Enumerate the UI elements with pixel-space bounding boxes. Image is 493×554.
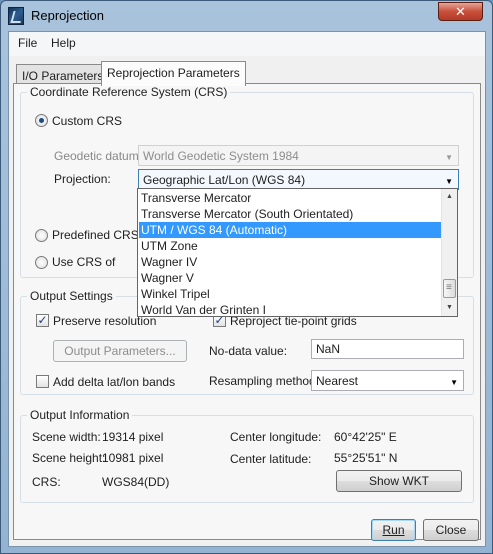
scene-height-value: 10981 pixel <box>102 451 164 465</box>
custom-crs-label: Custom CRS <box>52 114 123 128</box>
menu-help[interactable]: Help <box>51 36 76 50</box>
output-parameters-button: Output Parameters... <box>53 340 187 362</box>
nodata-value-input[interactable]: NaN <box>311 339 464 359</box>
projection-option[interactable]: Wagner IV <box>139 254 441 270</box>
resampling-method-value: Nearest <box>316 374 359 388</box>
window-title: Reprojection <box>31 8 104 23</box>
geodetic-datum-label: Geodetic datum: <box>54 149 143 163</box>
dropdown-scrollbar[interactable]: ▲ ▼ <box>441 189 457 316</box>
nodata-label: No-data value: <box>209 344 288 358</box>
use-crs-of-label: Use CRS of <box>52 255 116 269</box>
scrollbar-thumb[interactable] <box>443 279 456 298</box>
menu-file[interactable]: File <box>18 36 37 50</box>
geodetic-datum-value: World Geodetic System 1984 <box>143 149 299 163</box>
output-settings-title: Output Settings <box>27 289 116 303</box>
menu-bar: File Help <box>9 32 485 56</box>
snap-app-icon <box>8 7 24 25</box>
predefined-crs-label: Predefined CRS <box>52 228 139 242</box>
scene-width-value: 19314 pixel <box>102 430 164 444</box>
run-button-label: Run <box>382 523 405 537</box>
center-latitude-label: Center latitude: <box>230 452 312 466</box>
projection-option-highlighted[interactable]: UTM / WGS 84 (Automatic) <box>139 222 441 238</box>
run-button[interactable]: Run <box>371 519 416 541</box>
crs-group-title: Coordinate Reference System (CRS) <box>27 85 231 99</box>
projection-label: Projection: <box>54 172 111 186</box>
use-crs-of-radio[interactable] <box>35 256 48 269</box>
center-longitude-label: Center longitude: <box>230 430 322 444</box>
chevron-down-icon: ▼ <box>445 153 453 162</box>
projection-option[interactable]: Winkel Tripel <box>139 286 441 302</box>
preserve-resolution-checkbox[interactable]: ✓ <box>36 314 49 327</box>
crs-info-label: CRS: <box>32 475 61 489</box>
add-delta-checkbox[interactable] <box>36 375 49 388</box>
projection-option[interactable]: Wagner V <box>139 270 441 286</box>
projection-combo[interactable]: Geographic Lat/Lon (WGS 84) ▼ <box>138 169 459 190</box>
center-latitude-value: 55°25'51" N <box>334 451 398 465</box>
center-longitude-value: 60°42'25" E <box>334 430 397 444</box>
title-bar[interactable]: Reprojection ✕ <box>1 1 492 31</box>
scroll-down-icon[interactable]: ▼ <box>442 300 457 316</box>
resampling-method-combo[interactable]: Nearest ▼ <box>311 370 464 391</box>
projection-option[interactable]: UTM Zone <box>139 238 441 254</box>
custom-crs-radio[interactable] <box>35 114 48 127</box>
scene-width-label: Scene width: <box>32 430 101 444</box>
show-wkt-button[interactable]: Show WKT <box>336 470 462 492</box>
crs-info-value: WGS84(DD) <box>102 475 170 489</box>
add-delta-label: Add delta lat/lon bands <box>53 375 176 389</box>
tab-reprojection-parameters[interactable]: Reprojection Parameters <box>101 61 246 86</box>
predefined-crs-radio[interactable] <box>35 229 48 242</box>
geodetic-datum-combo: World Geodetic System 1984 ▼ <box>138 145 459 166</box>
projection-option[interactable]: Transverse Mercator <box>139 190 441 206</box>
output-information-title: Output Information <box>27 408 133 422</box>
close-button[interactable]: Close <box>423 519 479 541</box>
scroll-up-icon[interactable]: ▲ <box>442 189 457 205</box>
resampling-method-label: Resampling method: <box>209 374 320 388</box>
projection-value: Geographic Lat/Lon (WGS 84) <box>143 173 306 187</box>
chevron-down-icon[interactable]: ▼ <box>445 177 453 186</box>
scene-height-label: Scene height: <box>32 451 106 465</box>
projection-option[interactable]: World Van der Grinten I <box>139 302 441 316</box>
chevron-down-icon[interactable]: ▼ <box>450 378 458 387</box>
window-close-button[interactable]: ✕ <box>438 2 483 21</box>
projection-option[interactable]: Transverse Mercator (South Orientated) <box>139 206 441 222</box>
reprojection-window: Reprojection ✕ File Help I/O Parameters … <box>0 0 493 554</box>
close-button-label: Close <box>435 523 467 537</box>
projection-dropdown-list[interactable]: Transverse Mercator Transverse Mercator … <box>137 188 458 317</box>
